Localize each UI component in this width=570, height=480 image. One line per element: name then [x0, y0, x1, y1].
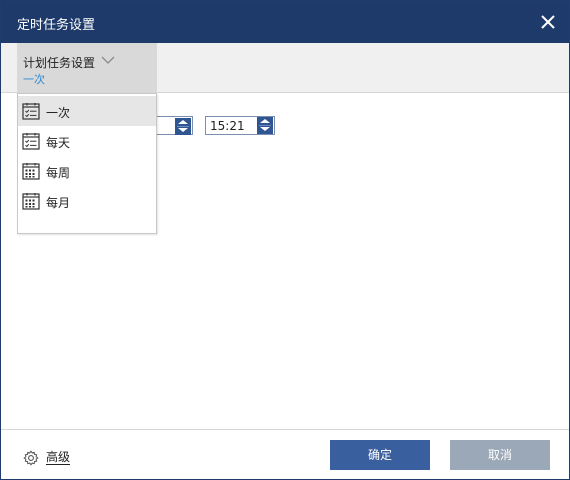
- spinner-up-icon[interactable]: [260, 119, 270, 123]
- schedule-type-dropdown[interactable]: 计划任务设置 一次: [17, 43, 157, 93]
- spinner-up-icon[interactable]: [178, 120, 188, 124]
- schedule-dialog: 定时任务设置 计划任务设置 一次 15:21 一次 每天 每周 每月 高级 确定…: [0, 0, 570, 480]
- footer-divider: [1, 429, 569, 430]
- cancel-button[interactable]: 取消: [450, 440, 550, 470]
- menu-item-label: 每天: [46, 136, 71, 150]
- calendar-checklist-icon: [22, 103, 40, 120]
- schedule-label: 计划任务设置: [23, 56, 96, 70]
- spinner-down-icon[interactable]: [260, 127, 270, 131]
- spinner-divider: [259, 125, 271, 126]
- schedule-type-menu: 一次 每天 每周 每月: [17, 93, 157, 234]
- menu-item-label: 每月: [46, 196, 71, 210]
- schedule-selected-value: 一次: [23, 73, 45, 86]
- close-button[interactable]: [533, 7, 563, 37]
- header-band: 计划任务设置 一次: [1, 43, 569, 93]
- dialog-title: 定时任务设置: [17, 18, 96, 33]
- menu-item-label: 一次: [46, 106, 71, 120]
- time-value: 15:21: [210, 119, 245, 133]
- close-icon: [541, 15, 555, 29]
- advanced-label: 高级: [46, 450, 71, 465]
- menu-item-weekly[interactable]: 每周: [18, 156, 156, 186]
- date-input[interactable]: [153, 116, 193, 135]
- menu-item-monthly[interactable]: 每月: [18, 186, 156, 216]
- ok-button[interactable]: 确定: [330, 440, 430, 470]
- menu-item-daily[interactable]: 每天: [18, 126, 156, 156]
- spinner-divider: [177, 126, 189, 127]
- calendar-grid-icon: [22, 193, 40, 210]
- time-spinner[interactable]: [257, 117, 273, 134]
- date-spinner[interactable]: [175, 118, 191, 135]
- menu-item-label: 每周: [46, 166, 71, 180]
- title-bar: 定时任务设置: [1, 1, 569, 43]
- time-input[interactable]: 15:21: [205, 116, 275, 135]
- gear-icon: [23, 450, 39, 466]
- chevron-down-icon: [101, 56, 115, 64]
- spinner-down-icon[interactable]: [178, 128, 188, 132]
- menu-item-once[interactable]: 一次: [18, 96, 156, 126]
- calendar-checklist-icon: [22, 133, 40, 150]
- calendar-grid-icon: [22, 163, 40, 180]
